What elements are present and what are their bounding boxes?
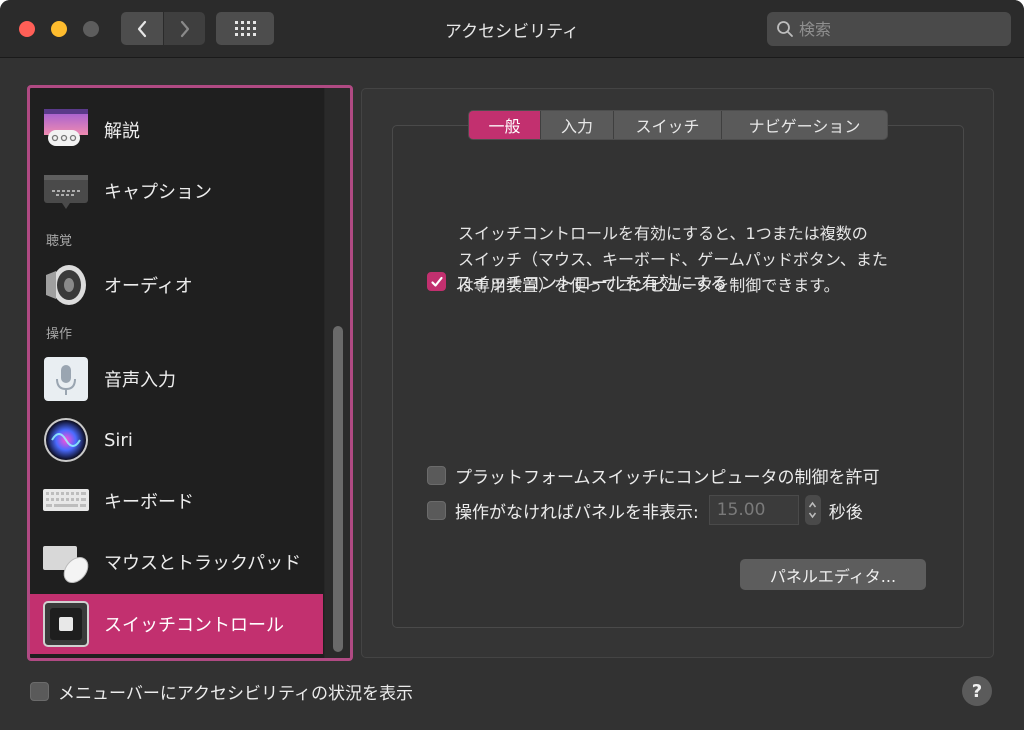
tab-navigation[interactable]: ナビゲーション <box>722 111 887 139</box>
keyboard-icon <box>43 489 89 511</box>
sidebar-item-descriptions[interactable]: 解説 <box>30 100 323 160</box>
hide-panel-row: 操作がなければパネルを非表示: 15.00 秒後 <box>427 495 863 525</box>
search-field[interactable] <box>767 12 1011 46</box>
stepper-arrows-icon <box>809 501 817 519</box>
checkmark-icon <box>430 276 443 287</box>
sidebar-scrollbar[interactable] <box>324 88 350 658</box>
search-input[interactable] <box>799 16 999 42</box>
search-icon <box>777 21 793 37</box>
show-menu-status-row[interactable]: メニューバーにアクセシビリティの状況を表示 <box>30 679 413 704</box>
descriptions-icon <box>44 109 88 146</box>
tab-switches[interactable]: スイッチ <box>614 111 722 139</box>
switch-control-pane: スイッチコントロールを有効にすると、1つまたは複数の スイッチ（マウス、キーボー… <box>361 88 994 658</box>
help-button[interactable]: ? <box>962 676 992 706</box>
preferences-window: アクセシビリティ 解説 <box>0 0 1024 730</box>
hide-panel-delay-field[interactable]: 15.00 <box>708 495 799 525</box>
hide-panel-label: 操作がなければパネルを非表示: <box>455 502 699 523</box>
tab-input[interactable]: 入力 <box>541 111 614 139</box>
tab-bar: 一般 入力 スイッチ ナビゲーション <box>468 110 888 140</box>
tab-general[interactable]: 一般 <box>469 111 541 139</box>
sidebar-item-captions[interactable]: キャプション <box>30 161 323 221</box>
sidebar-item-label: キーボード <box>104 492 194 513</box>
sidebar-item-siri[interactable]: Siri <box>30 410 323 470</box>
sidebar-item-label: マウスとトラックパッド <box>104 553 302 574</box>
siri-icon <box>44 418 88 462</box>
sidebar-item-label: スイッチコントロール <box>104 615 284 636</box>
sidebar-item-mouse-trackpad[interactable]: マウスとトラックパッド <box>30 532 323 592</box>
microphone-icon <box>44 357 88 401</box>
hide-panel-delay-stepper[interactable] <box>804 495 821 525</box>
sidebar-item-label: キャプション <box>104 182 212 203</box>
sidebar: 解説 キャプション 聴覚 オーディオ 操作 音声入力 Siri キーボード マウ… <box>27 85 353 661</box>
section-header-interaction: 操作 <box>46 327 73 342</box>
title-bar: アクセシビリティ <box>0 0 1024 58</box>
switch-control-icon <box>43 601 89 647</box>
enable-switch-control-row[interactable]: スイッチコントロールを有効にする <box>427 269 727 294</box>
sidebar-item-label: オーディオ <box>104 276 193 297</box>
sidebar-item-label: Siri <box>104 429 133 451</box>
platform-switch-row[interactable]: プラットフォームスイッチにコンピュータの制御を許可 <box>427 463 880 488</box>
sidebar-item-dictation[interactable]: 音声入力 <box>30 349 323 409</box>
enable-switch-control-checkbox[interactable] <box>427 272 446 291</box>
description-line: スイッチコントロールを有効にすると、1つまたは複数の <box>458 224 868 243</box>
sidebar-item-label: 解説 <box>104 121 140 142</box>
show-menu-status-checkbox[interactable] <box>30 682 49 701</box>
show-menu-status-label: メニューバーにアクセシビリティの状況を表示 <box>58 684 413 704</box>
section-header-hearing: 聴覚 <box>46 234 73 249</box>
hide-panel-unit: 秒後 <box>828 502 863 523</box>
speaker-icon <box>46 265 86 305</box>
captions-icon <box>44 175 88 209</box>
mouse-trackpad-icon <box>43 546 89 584</box>
tab-content: スイッチコントロールを有効にすると、1つまたは複数の スイッチ（マウス、キーボー… <box>392 125 964 628</box>
sidebar-item-label: 音声入力 <box>104 370 176 391</box>
sidebar-item-keyboard[interactable]: キーボード <box>30 471 323 531</box>
sidebar-item-switch-control[interactable]: スイッチコントロール <box>30 594 323 654</box>
platform-switch-checkbox[interactable] <box>427 466 446 485</box>
hide-panel-checkbox[interactable] <box>427 500 446 520</box>
platform-switch-label: プラットフォームスイッチにコンピュータの制御を許可 <box>455 468 880 488</box>
panel-editor-button[interactable]: パネルエディタ... <box>740 559 926 590</box>
sidebar-item-audio[interactable]: オーディオ <box>30 255 323 315</box>
scrollbar-thumb[interactable] <box>333 326 343 652</box>
enable-switch-control-label: スイッチコントロールを有効にする <box>455 274 728 294</box>
sidebar-list: 解説 キャプション 聴覚 オーディオ 操作 音声入力 Siri キーボード マウ… <box>30 88 323 658</box>
